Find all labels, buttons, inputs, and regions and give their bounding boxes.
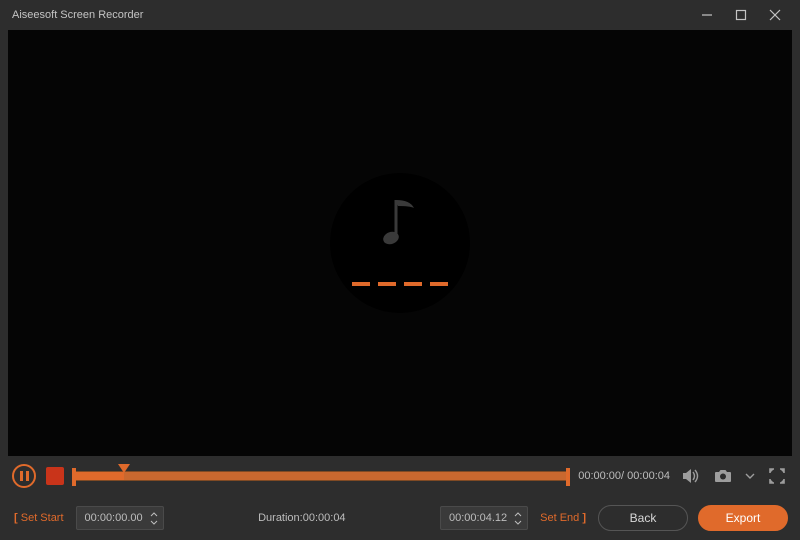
start-time-up[interactable] — [149, 511, 159, 518]
close-button[interactable] — [758, 0, 792, 30]
end-time-spinner — [513, 511, 523, 526]
time-display: 00:00:00/ 00:00:04 — [578, 470, 670, 482]
fullscreen-button[interactable] — [766, 465, 788, 487]
export-button[interactable]: Export — [698, 505, 788, 531]
clip-end-handle[interactable] — [566, 468, 570, 486]
stop-button[interactable] — [46, 467, 64, 485]
duration-label: Duration: — [258, 512, 303, 524]
end-time-field[interactable]: 00:00:04.12 — [440, 506, 528, 530]
playhead[interactable] — [118, 464, 130, 477]
snapshot-options-button[interactable] — [744, 465, 756, 487]
playback-bar: 00:00:00/ 00:00:04 — [0, 456, 800, 496]
music-note-icon — [380, 194, 420, 257]
current-time: 00:00:00 — [578, 470, 621, 482]
timeline[interactable] — [74, 466, 568, 486]
volume-button[interactable] — [680, 465, 702, 487]
fullscreen-icon — [769, 468, 785, 484]
audio-visualizer — [315, 158, 485, 328]
end-time-up[interactable] — [513, 511, 523, 518]
chevron-down-icon — [745, 472, 755, 480]
title-bar: Aiseesoft Screen Recorder — [0, 0, 800, 30]
back-button-label: Back — [630, 511, 657, 525]
volume-icon — [682, 468, 700, 484]
end-time-value: 00:00:04.12 — [449, 512, 507, 524]
app-window: Aiseesoft Screen Recorder — [0, 0, 800, 540]
maximize-button[interactable] — [724, 0, 758, 30]
end-time-down[interactable] — [513, 519, 523, 526]
duration-value: 00:00:04 — [303, 512, 346, 524]
set-start-label: Set Start — [21, 512, 64, 524]
equalizer-bars-icon — [352, 282, 448, 286]
window-controls — [690, 0, 792, 30]
set-end-label: Set End — [540, 512, 579, 524]
minimize-button[interactable] — [690, 0, 724, 30]
preview-area — [8, 30, 792, 456]
set-start-button[interactable]: [ Set Start — [12, 508, 66, 528]
pause-button[interactable] — [12, 464, 36, 488]
camera-icon — [714, 469, 732, 483]
pause-icon — [20, 471, 29, 481]
timeline-progress — [75, 472, 124, 480]
start-time-field[interactable]: 00:00:00.00 — [76, 506, 164, 530]
set-end-button[interactable]: Set End ] — [538, 508, 588, 528]
start-time-value: 00:00:00.00 — [85, 512, 143, 524]
snapshot-button[interactable] — [712, 465, 734, 487]
app-title: Aiseesoft Screen Recorder — [8, 9, 143, 21]
total-time: 00:00:04 — [627, 470, 670, 482]
export-button-label: Export — [726, 511, 761, 525]
start-time-down[interactable] — [149, 519, 159, 526]
duration-display: Duration:00:00:04 — [258, 512, 345, 524]
back-button[interactable]: Back — [598, 505, 688, 531]
trim-bar: [ Set Start 00:00:00.00 Duration:00:00:0… — [0, 496, 800, 540]
start-time-spinner — [149, 511, 159, 526]
